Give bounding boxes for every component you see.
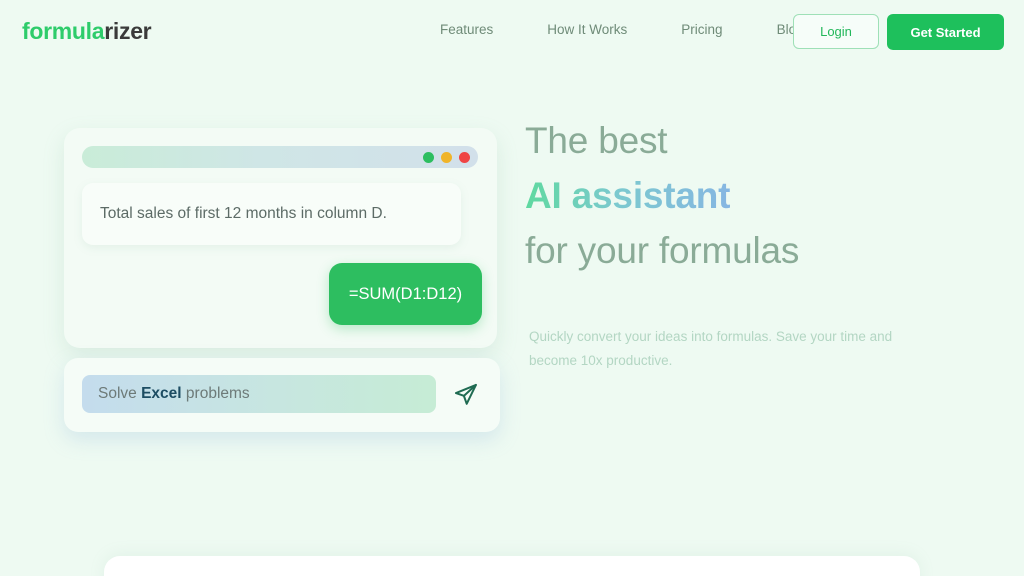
hero-heading-line-3: for your formulas: [525, 230, 800, 271]
window-maximize-dot-icon: [441, 151, 452, 163]
formula-search-input-text: Solve Excel problems: [98, 385, 250, 403]
window-minimize-dot-icon: [423, 151, 434, 163]
hero-heading-line-1: The best: [525, 120, 668, 161]
hero-heading: The best AI assistant for your formulas: [525, 113, 955, 278]
nav-item-how-it-works[interactable]: How It Works: [547, 22, 627, 37]
formula-response-text: =SUM(D1:D12): [348, 284, 463, 303]
input-text-emphasis: Excel: [141, 385, 182, 402]
prompt-message-text: Total sales of first 12 months in column…: [100, 205, 387, 222]
input-text-before: Solve: [98, 385, 142, 402]
logo-text-secondary: rizer: [104, 18, 152, 44]
section-card-peek: [104, 556, 920, 576]
nav-item-pricing[interactable]: Pricing: [681, 22, 722, 37]
get-started-button[interactable]: Get Started: [887, 14, 1004, 50]
formula-input-card: Solve Excel problems: [64, 358, 500, 432]
nav-item-features[interactable]: Features: [440, 22, 493, 37]
login-button[interactable]: Login: [793, 14, 879, 49]
brand-logo[interactable]: formularizer: [22, 18, 152, 45]
chat-preview-card: Total sales of first 12 months in column…: [64, 128, 497, 348]
prompt-message-bubble: Total sales of first 12 months in column…: [82, 183, 461, 245]
hero-subtext: Quickly convert your ideas into formulas…: [529, 329, 893, 368]
formula-search-input[interactable]: Solve Excel problems: [82, 375, 436, 413]
main-navigation: Features How It Works Pricing Blog: [440, 22, 804, 37]
site-header: formularizer Features How It Works Prici…: [0, 0, 1024, 64]
formula-response-bubble: =SUM(D1:D12): [329, 263, 482, 325]
window-titlebar: [82, 146, 478, 168]
logo-text-primary: formula: [22, 18, 105, 44]
paper-plane-icon[interactable]: [452, 380, 480, 408]
window-close-dot-icon: [459, 151, 470, 163]
input-text-after: problems: [181, 385, 250, 402]
hero-heading-accent: AI assistant: [525, 168, 730, 223]
window-controls: [423, 146, 470, 168]
